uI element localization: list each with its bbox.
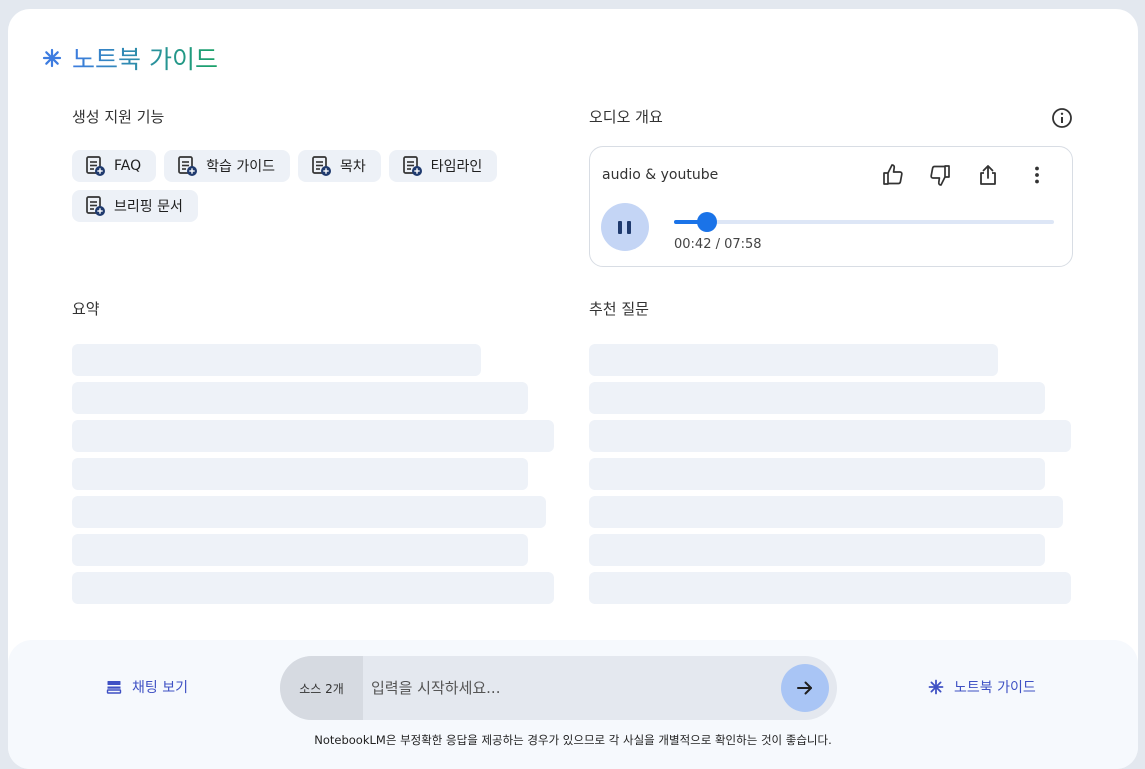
- note-add-icon: [86, 156, 105, 176]
- sparkle-icon: [928, 679, 944, 695]
- audio-title: audio & youtube: [602, 167, 719, 183]
- note-add-icon: [178, 156, 198, 176]
- notebook-guide-link[interactable]: 노트북 가이드: [928, 677, 1036, 697]
- guide-header: 노트북 가이드: [42, 41, 218, 75]
- summary-heading: 요약: [72, 300, 100, 318]
- skeleton-line: [589, 344, 998, 376]
- chat-bar: 채팅 보기 소스 2개 노: [8, 640, 1138, 769]
- skeleton-line: [72, 344, 481, 376]
- skeleton-line: [72, 420, 554, 452]
- skeleton-line: [72, 496, 546, 528]
- send-button[interactable]: [781, 664, 829, 712]
- info-icon[interactable]: [1051, 107, 1073, 129]
- skeleton-line: [589, 420, 1071, 452]
- audio-scrubber-handle[interactable]: [697, 212, 718, 232]
- chat-input-pill: 소스 2개: [280, 656, 837, 720]
- chip-study-guide[interactable]: 학습 가이드: [164, 150, 290, 182]
- summary-loading-placeholder: [72, 344, 554, 610]
- chat-icon: [106, 681, 122, 694]
- view-chat-label: 채팅 보기: [132, 680, 188, 696]
- notebook-guide-panel: 노트북 가이드 생성 지원 기능 FAQ 학습 가이드 목차 타임라인 브리핑 …: [8, 9, 1138, 769]
- page-title: 노트북 가이드: [72, 40, 218, 76]
- note-add-icon: [86, 196, 105, 216]
- skeleton-line: [589, 572, 1071, 604]
- pause-icon: [627, 221, 631, 234]
- pause-icon: [618, 221, 622, 234]
- chip-label: 목차: [339, 159, 366, 175]
- chip-timeline[interactable]: 타임라인: [388, 150, 498, 182]
- chip-label: 타임라인: [430, 159, 483, 175]
- chip-label: 학습 가이드: [206, 159, 275, 175]
- audio-overview-heading: 오디오 개요: [589, 108, 663, 126]
- feature-chip-list: FAQ 학습 가이드 목차 타임라인 브리핑 문서: [72, 150, 532, 222]
- skeleton-line: [589, 496, 1063, 528]
- sparkle-icon: [42, 48, 62, 68]
- notebook-guide-label: 노트북 가이드: [954, 680, 1036, 696]
- note-add-icon: [402, 156, 422, 176]
- source-count-button[interactable]: 소스 2개: [280, 656, 363, 720]
- skeleton-line: [589, 534, 1045, 566]
- skeleton-line: [72, 572, 554, 604]
- share-icon[interactable]: [976, 163, 1000, 187]
- skeleton-line: [589, 382, 1045, 414]
- disclaimer-text: NotebookLM은 부정확한 응답을 제공하는 경우가 있으므로 각 사실을…: [314, 733, 832, 747]
- chip-table-of-contents[interactable]: 목차: [297, 150, 381, 182]
- skeleton-line: [72, 382, 528, 414]
- note-add-icon: [312, 156, 331, 176]
- chat-input[interactable]: [371, 656, 751, 720]
- thumbs-up-icon[interactable]: [881, 163, 905, 187]
- view-chat-link[interactable]: 채팅 보기: [106, 677, 188, 697]
- skeleton-line: [589, 458, 1045, 490]
- features-heading: 생성 지원 기능: [72, 108, 165, 126]
- skeleton-line: [72, 458, 528, 490]
- arrow-right-icon: [797, 681, 812, 695]
- chip-label: FAQ: [114, 158, 142, 174]
- chip-briefing-doc[interactable]: 브리핑 문서: [72, 190, 198, 222]
- audio-progress-track[interactable]: [674, 212, 1054, 232]
- audio-time: 00:42 / 07:58: [674, 237, 762, 252]
- suggested-questions-heading: 추천 질문: [589, 300, 649, 318]
- questions-loading-placeholder: [589, 344, 1071, 610]
- chip-faq[interactable]: FAQ: [72, 150, 157, 182]
- source-count-label: 소스 2개: [299, 681, 344, 696]
- chip-label: 브리핑 문서: [114, 199, 183, 215]
- pause-button[interactable]: [601, 203, 649, 251]
- skeleton-line: [72, 534, 528, 566]
- audio-player-card: audio & youtube 00:42 / 07:58: [589, 146, 1073, 267]
- more-vert-icon[interactable]: [1025, 163, 1049, 187]
- thumbs-down-icon[interactable]: [928, 163, 952, 187]
